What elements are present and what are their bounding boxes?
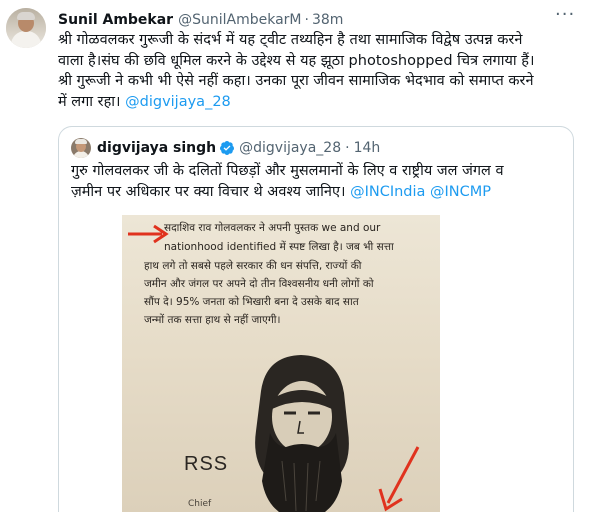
separator-dot: ·	[304, 12, 309, 28]
tweet-text: श्री गोळवलकर गुरूजी के संदर्भ में यह ट्व…	[58, 30, 578, 112]
tweet-text-line: श्री गोळवलकर गुरूजी के संदर्भ में यह ट्व…	[58, 32, 523, 48]
quoted-tweet-header: digvijaya singh @digvijaya_28 · 14h	[97, 138, 380, 158]
tweet[interactable]: Sunil Ambekar @SunilAmbekarM · 38m ··· श…	[0, 0, 593, 512]
tweet-text-line: वाला है।संघ की छवि धूमिल करने के उद्देश्…	[58, 52, 535, 69]
author-name[interactable]: Sunil Ambekar	[58, 12, 173, 28]
separator-dot: ·	[345, 140, 350, 156]
tweet-time[interactable]: 38m	[312, 12, 343, 28]
author-handle[interactable]: @SunilAmbekarM	[178, 12, 301, 28]
tweet-text-line: में लगा रहा। @digvijaya_28	[58, 92, 578, 113]
media-text-line: हाथ लगे तो सबसे पहले सरकार की धन संपत्ति…	[144, 260, 362, 272]
tweet-text-tail: में लगा रहा।	[58, 93, 126, 110]
media-text-line: जमीन और जंगल पर अपने दो तीन विश्वसनीय धन…	[144, 278, 374, 290]
rss-logo-text: RSS	[184, 453, 229, 475]
quoted-author-name[interactable]: digvijaya singh	[97, 140, 216, 156]
quoted-media-image[interactable]: सदाशिव राव गोलवलकर ने अपनी पुस्तक we and…	[122, 215, 440, 512]
mention-link[interactable]: @digvijaya_28	[125, 94, 231, 110]
media-text-line: nationhood identified में स्पष्ट लिखा है…	[164, 241, 394, 253]
author-avatar[interactable]	[6, 8, 46, 48]
media-text-line: सौंप दे। 95% जनता को भिखारी बना दे उसके …	[144, 296, 359, 308]
media-caption: Chief	[188, 499, 212, 509]
quoted-author-handle[interactable]: @digvijaya_28	[239, 140, 341, 156]
tweet-text-line: श्री गुरूजी ने कभी भी ऐसे नहीं कहा। उनका…	[58, 73, 534, 89]
tweet-header: Sunil Ambekar @SunilAmbekarM · 38m	[58, 10, 343, 30]
quoted-author-avatar[interactable]	[71, 138, 91, 158]
quoted-tweet-time[interactable]: 14h	[354, 140, 381, 156]
mention-link[interactable]: @INCMP	[430, 184, 491, 200]
quoted-text-line: गुरु गोलवलकर जी के दलितों पिछड़ों और मुस…	[71, 163, 504, 179]
more-icon[interactable]: ···	[555, 6, 575, 27]
portrait-illustration	[255, 355, 349, 512]
red-arrow-icon	[378, 446, 420, 512]
verified-badge-icon	[220, 141, 235, 155]
media-text-line: जन्मों तक सत्ता हाथ से नहीं जाएगी।	[144, 314, 281, 326]
quoted-text-tail: ज़मीन पर अधिकार पर क्या विचार थे अवश्य ज…	[71, 183, 351, 200]
quoted-text-line: ज़मीन पर अधिकार पर क्या विचार थे अवश्य ज…	[71, 182, 566, 203]
quoted-tweet-text: गुरु गोलवलकर जी के दलितों पिछड़ों और मुस…	[71, 161, 566, 202]
mention-link[interactable]: @INCIndia	[350, 184, 425, 200]
media-text-line: सदाशिव राव गोलवलकर ने अपनी पुस्तक we and…	[164, 222, 381, 234]
quoted-tweet[interactable]: digvijaya singh @digvijaya_28 · 14h गुरु…	[58, 126, 574, 512]
